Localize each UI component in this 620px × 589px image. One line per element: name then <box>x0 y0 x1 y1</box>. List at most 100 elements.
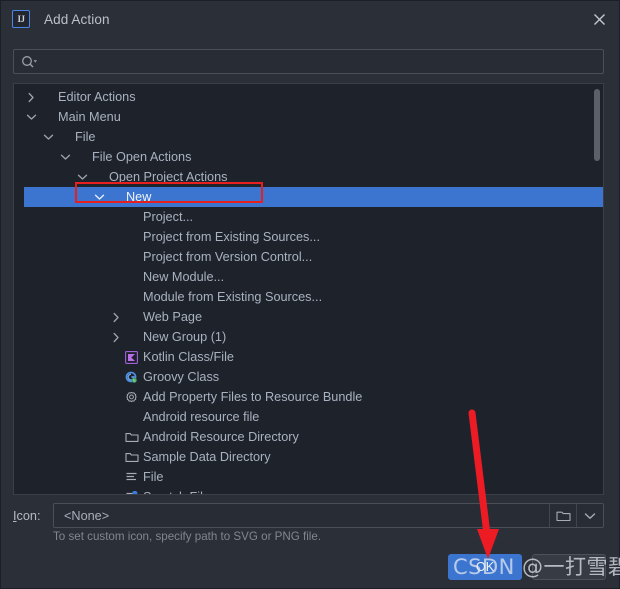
tree-item-icon-blank <box>89 169 106 185</box>
tree-item-label: Kotlin Class/File <box>143 350 234 364</box>
tree-row[interactable]: Open Project Actions <box>14 167 603 187</box>
tree-item-label: Project from Version Control... <box>143 250 313 264</box>
tree-item-label: New <box>126 190 152 204</box>
tree-item-label: Sample Data Directory <box>143 450 271 464</box>
tree-item-label: Main Menu <box>58 110 121 124</box>
tree-item-label: Groovy Class <box>143 370 220 384</box>
intellij-idea-icon: IJ <box>12 10 30 28</box>
cancel-button[interactable] <box>532 554 606 580</box>
search-input[interactable] <box>42 50 603 73</box>
tree-item-icon-blank <box>123 289 140 305</box>
tree-item-label: File <box>75 130 96 144</box>
tree-item-icon-blank <box>123 269 140 285</box>
chevron-down-icon[interactable] <box>92 190 106 204</box>
icon-path-value[interactable]: <None> <box>54 509 549 523</box>
gear-icon <box>123 389 140 405</box>
tree-item-icon-blank <box>123 409 140 425</box>
chevron-right-icon[interactable] <box>24 90 38 104</box>
tree-row[interactable]: New Group (1) <box>14 327 603 347</box>
search-icon[interactable] <box>16 55 42 69</box>
tree-item-label: New Group (1) <box>143 330 227 344</box>
tree-row[interactable]: File <box>14 467 603 487</box>
tree-item-label: Project from Existing Sources... <box>143 230 320 244</box>
dialog-title-bar: IJ Add Action <box>1 1 619 37</box>
tree-row[interactable]: Project from Version Control... <box>14 247 603 267</box>
chevron-down-icon[interactable] <box>75 170 89 184</box>
tree-item-label: Scratch File <box>142 490 210 494</box>
ok-button[interactable]: OK <box>448 554 522 580</box>
tree-item-label: File <box>143 470 164 484</box>
tree-item-label: Project... <box>143 210 194 224</box>
tree-item-label: Android resource file <box>143 410 260 424</box>
icon-label-rest: con: <box>16 508 41 523</box>
tree-scrollbar-thumb[interactable] <box>594 89 600 161</box>
tree-item-icon-blank <box>38 109 55 125</box>
tree-item-label: Open Project Actions <box>109 170 228 184</box>
tree-item-label: Editor Actions <box>58 90 136 104</box>
chevron-down-glyph <box>584 512 596 519</box>
dialog-title: Add Action <box>44 11 110 27</box>
chevron-down-icon[interactable] <box>58 150 72 164</box>
tree-row[interactable]: Sample Data Directory <box>14 447 603 467</box>
search-glyph <box>21 55 37 67</box>
tree-row[interactable]: New Module... <box>14 267 603 287</box>
svg-text:G: G <box>133 378 136 382</box>
tree-row[interactable]: Project from Existing Sources... <box>14 227 603 247</box>
tree-item-label: Module from Existing Sources... <box>143 290 323 304</box>
chevron-right-icon[interactable] <box>109 310 123 324</box>
icon-field-label: Icon: <box>13 509 53 523</box>
tree-item-icon-blank <box>123 229 140 245</box>
app-icon-label: IJ <box>17 13 25 24</box>
tree-item-label: New Module... <box>143 270 225 284</box>
tree-row[interactable]: File Open Actions <box>14 147 603 167</box>
close-icon[interactable] <box>587 7 611 31</box>
tree-item-icon-blank <box>106 189 123 205</box>
chevron-down-icon[interactable] <box>24 110 38 124</box>
tree-item-label: Web Page <box>143 310 203 324</box>
icon-field-helper-text: To set custom icon, specify path to SVG … <box>53 530 322 543</box>
icon-field-row: Icon: <None> <box>13 503 604 528</box>
tree-row[interactable]: Kotlin Class/File <box>14 347 603 367</box>
tree-row[interactable]: Add Property Files to Resource Bundle <box>14 387 603 407</box>
dialog-button-bar: OK <box>1 552 619 582</box>
tree-item-icon-blank <box>38 89 55 105</box>
file-lines-icon <box>123 469 140 485</box>
tree-row[interactable]: Scratch File <box>14 487 603 494</box>
close-glyph <box>593 13 605 25</box>
tree-item-label: File Open Actions <box>92 150 192 164</box>
folder-glyph <box>555 511 571 522</box>
tree-item-icon-blank <box>72 149 89 165</box>
folder-icon <box>123 449 140 465</box>
icon-dropdown-chevron-down-icon[interactable] <box>576 504 603 527</box>
actions-tree: Editor Actions Main Menu File File Open Act… <box>14 84 603 494</box>
actions-tree-panel[interactable]: Editor Actions Main Menu File File Open Act… <box>13 83 604 495</box>
tree-row[interactable]: Editor Actions <box>14 87 603 107</box>
tree-row[interactable]: Project... <box>14 207 603 227</box>
tree-row[interactable]: G Groovy Class <box>14 367 603 387</box>
tree-row[interactable]: Module from Existing Sources... <box>14 287 603 307</box>
tree-item-icon-blank <box>123 249 140 265</box>
scratch-file-icon <box>123 489 140 494</box>
tree-item-icon-blank <box>123 209 140 225</box>
tree-row-selected[interactable]: New <box>24 187 603 207</box>
tree-row[interactable]: Main Menu <box>14 107 603 127</box>
groovy-icon: G <box>123 369 140 385</box>
tree-item-icon-blank <box>123 329 140 345</box>
tree-item-icon-blank <box>123 309 140 325</box>
kotlin-icon <box>123 349 140 365</box>
tree-row[interactable]: Android resource file <box>14 407 603 427</box>
tree-row[interactable]: Android Resource Directory <box>14 427 603 447</box>
tree-item-label: Add Property Files to Resource Bundle <box>143 390 363 404</box>
chevron-right-icon[interactable] <box>109 330 123 344</box>
tree-row[interactable]: Web Page <box>14 307 603 327</box>
search-field[interactable] <box>13 49 604 74</box>
icon-path-field[interactable]: <None> <box>53 503 604 528</box>
tree-row[interactable]: File <box>14 127 603 147</box>
folder-icon <box>123 429 140 445</box>
browse-folder-icon[interactable] <box>549 504 576 527</box>
tree-item-icon-blank <box>55 129 72 145</box>
tree-scrollbar[interactable] <box>592 86 601 492</box>
search-row <box>13 49 604 74</box>
tree-item-label: Android Resource Directory <box>143 430 299 444</box>
chevron-down-icon[interactable] <box>41 130 55 144</box>
